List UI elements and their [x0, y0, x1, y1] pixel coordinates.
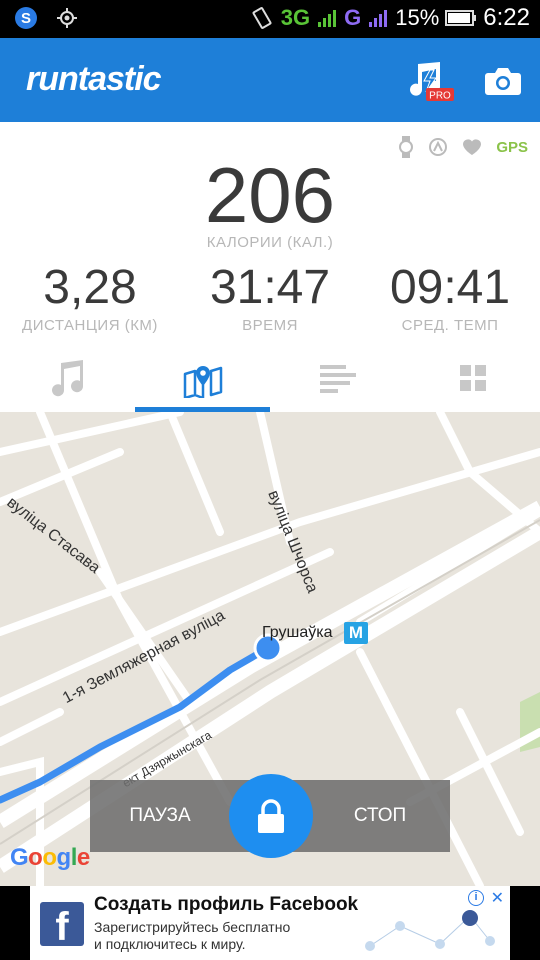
network-type-2: G [344, 5, 362, 30]
lock-button[interactable] [229, 774, 313, 858]
pro-badge: PRO [429, 91, 451, 102]
lock-icon [258, 799, 284, 833]
tab-music[interactable] [0, 344, 135, 412]
distance-metric[interactable]: 3,28 ДИСТАНЦИЯ (КМ) [0, 260, 180, 334]
metro-icon[interactable]: M [344, 622, 368, 644]
app-logo: runtastic [26, 60, 162, 98]
ad-description: Зарегистрируйтесь бесплатно и подключите… [94, 919, 374, 953]
ad-line-1: Зарегистрируйтесь бесплатно [94, 919, 291, 935]
music-pro-icon: PRO [410, 62, 454, 102]
pace-label: СРЕД. ТЕМП [401, 317, 499, 334]
vibrate-icon [252, 7, 272, 29]
facebook-logo-icon: f [40, 902, 84, 949]
location-target-icon [57, 8, 77, 28]
distance-label: ДИСТАНЦИЯ (КМ) [22, 317, 158, 334]
google-attribution: Google [10, 844, 90, 871]
camera-button[interactable] [484, 66, 522, 96]
ad-line-2: и подключитесь к миру. [94, 936, 246, 952]
time-value: 31:47 [209, 261, 331, 314]
time-metric[interactable]: 31:47 ВРЕМЯ [180, 260, 360, 334]
pause-button[interactable]: ПАУЗА [90, 780, 230, 852]
signal-icon [318, 10, 337, 27]
calories-label: КАЛОРИИ (КАЛ.) [206, 234, 334, 251]
battery-icon [445, 10, 477, 26]
calories-value: 206 [204, 151, 336, 239]
battery-percent: 15% [395, 5, 440, 30]
bars-icon [319, 365, 356, 393]
network-type: 3G [280, 5, 311, 30]
tab-bar [0, 344, 540, 412]
distance-value: 3,28 [43, 261, 137, 314]
tab-stats[interactable] [270, 344, 405, 412]
music-note-icon [51, 360, 83, 397]
svg-text:S: S [21, 10, 31, 27]
map-icon [183, 366, 222, 398]
metro-station-label: Грушаўка [262, 624, 333, 641]
pace-value: 09:41 [389, 261, 511, 314]
ad-info-icon[interactable]: i [468, 890, 484, 906]
ad-title: Создать профиль Facebook [94, 894, 359, 915]
skype-icon: S [15, 7, 37, 29]
tab-map[interactable] [135, 344, 270, 412]
grid-icon [459, 365, 486, 391]
stats-panel: GPS 206 КАЛОРИИ (КАЛ.) 3,28 ДИСТАНЦИЯ (К… [0, 122, 540, 412]
status-bar: S 3G G 15% 6:22 [0, 0, 540, 38]
signal-icon-2 [369, 10, 388, 27]
time-label: ВРЕМЯ [242, 317, 298, 334]
camera-icon [485, 68, 521, 95]
clock: 6:22 [483, 4, 530, 31]
stop-button[interactable]: СТОП [310, 780, 450, 852]
ad-close-icon[interactable]: ✕ [491, 888, 504, 908]
app-bar: runtastic PRO [0, 38, 540, 122]
music-pro-button[interactable]: PRO [408, 60, 456, 102]
ad-banner: f Создать профиль Facebook Зарегистрируй… [0, 886, 540, 960]
tab-dashboard[interactable] [405, 344, 540, 412]
ad-content[interactable]: f Создать профиль Facebook Зарегистрируй… [30, 886, 510, 960]
pace-metric[interactable]: 09:41 СРЕД. ТЕМП [360, 260, 540, 334]
